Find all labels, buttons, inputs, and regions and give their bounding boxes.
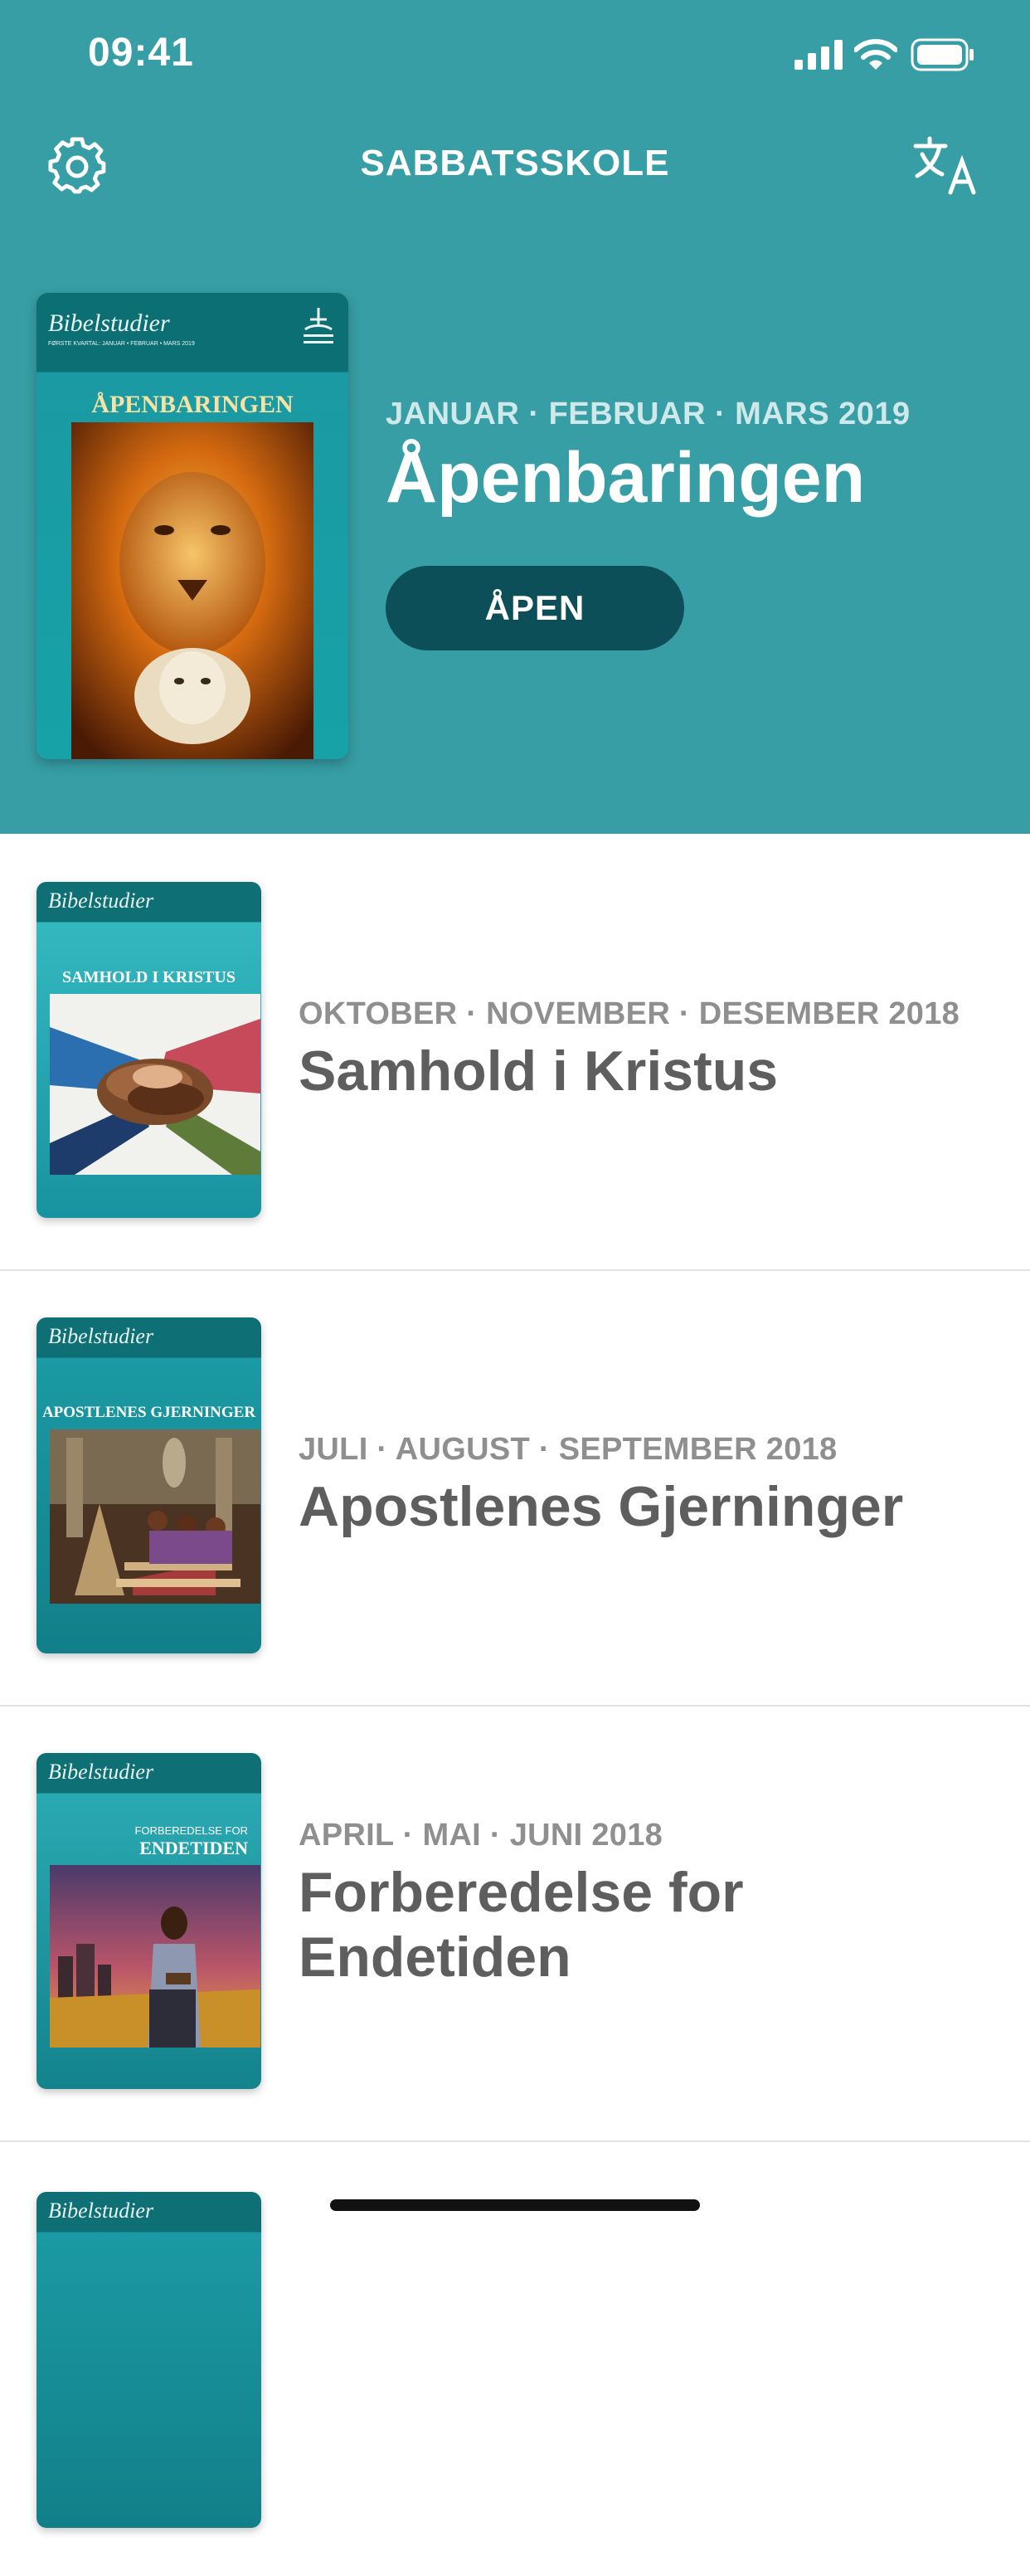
featured-cover[interactable]: Bibelstudier FØRSTE KVARTAL: JANUAR • FE… (36, 293, 348, 759)
cover-name: ÅPENBARINGEN (91, 391, 294, 418)
cover-brand: Bibelstudier (48, 1324, 154, 1348)
lesson-quarter: APRIL · MAI · JUNI 2018 (299, 1818, 663, 1853)
lesson-list-item[interactable]: Bibelstudier APOSTLENES GJERNINGER JULI … (0, 1269, 1030, 1707)
featured-quarter: JANUAR · FEBRUAR · MARS 2019 (386, 397, 911, 431)
endtime-artwork (50, 1865, 260, 2048)
apostles-artwork (50, 1429, 260, 1604)
cover-subtitle: FØRSTE KVARTAL: JANUAR • FEBRUAR • MARS … (48, 341, 195, 347)
app-title: SABBATSSKOLE (360, 143, 670, 183)
featured-title: Åpenbaringen (386, 438, 866, 518)
battery-icon (911, 38, 974, 71)
lesson-quarter: JULI · AUGUST · SEPTEMBER 2018 (299, 1432, 838, 1467)
lesson-cover: Bibelstudier FORBEREDELSE FOR ENDETIDEN (36, 1753, 261, 2089)
lion-lamb-artwork (71, 422, 313, 759)
hands-artwork (50, 994, 260, 1175)
cover-pretitle: FORBEREDELSE FOR (134, 1824, 248, 1837)
status-bar: 09:41 (0, 0, 1030, 116)
lesson-cover: Bibelstudier SAMHOLD I KRISTUS (36, 882, 261, 1218)
adventist-logo-icon (304, 308, 333, 343)
cover-brand: Bibelstudier (48, 889, 154, 913)
lesson-cover: Bibelstudier APOSTLENES GJERNINGER (36, 1317, 261, 1653)
cover-brand: Bibelstudier (48, 1760, 154, 1784)
cover-name: APOSTLENES GJERNINGER (41, 1404, 256, 1421)
lesson-title: Forberedelse for Endetiden (299, 1861, 744, 1989)
lesson-title: Apostlenes Gjerninger (299, 1475, 904, 1538)
featured-header: 09:41 SABBATSSKOLE Bibelstudier FØRSTE K… (0, 0, 1030, 834)
home-indicator[interactable] (330, 2199, 700, 2211)
navigation-bar: SABBATSSKOLE (0, 124, 1030, 207)
wifi-icon (854, 39, 897, 70)
cover-brand: Bibelstudier (48, 2199, 154, 2223)
status-time: 09:41 (88, 31, 194, 75)
featured-info: JANUAR · FEBRUAR · MARS 2019 Åpenbaringe… (386, 397, 1016, 515)
lesson-list-item[interactable]: Bibelstudier SAMHOLD I KRISTUS OKTOBER ·… (0, 834, 1030, 1271)
signal-icon (794, 40, 843, 70)
cover-brand: Bibelstudier (48, 309, 170, 337)
lesson-cover: Bibelstudier (36, 2192, 261, 2528)
open-button[interactable]: ÅPEN (386, 566, 684, 650)
lesson-info: OKTOBER · NOVEMBER · DESEMBER 2018 Samho… (299, 996, 1012, 1103)
lesson-title: Samhold i Kristus (299, 1040, 779, 1103)
cover-name: SAMHOLD I KRISTUS (62, 968, 236, 986)
cover-name: ENDETIDEN (139, 1838, 248, 1858)
lesson-info: JULI · AUGUST · SEPTEMBER 2018 Apostlene… (299, 1432, 1012, 1539)
lesson-list-item[interactable]: Bibelstudier FORBEREDELSE FOR ENDETIDEN … (0, 1705, 1030, 2142)
lesson-info: APRIL · MAI · JUNI 2018 Forberedelse for… (299, 1818, 1012, 1989)
lesson-quarter: OKTOBER · NOVEMBER · DESEMBER 2018 (299, 996, 960, 1031)
translate-icon[interactable] (912, 134, 980, 196)
